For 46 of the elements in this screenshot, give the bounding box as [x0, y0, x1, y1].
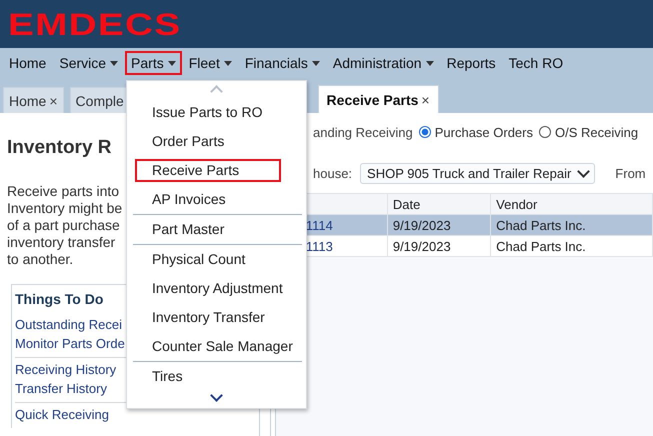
radio-option[interactable]: O/S Receiving — [539, 124, 638, 140]
close-icon[interactable]: × — [49, 92, 58, 108]
radio-option[interactable]: Purchase Orders — [418, 124, 533, 140]
tab[interactable]: Receive Parts × — [318, 85, 439, 113]
nav-menu-item[interactable]: Reports — [440, 51, 502, 75]
table-row[interactable]: 1113 9/19/2023 Chad Parts Inc. — [276, 236, 652, 256]
nav-menu-item[interactable]: Financials — [238, 51, 326, 75]
column-header[interactable]: Date — [387, 194, 491, 214]
table-cell: 9/19/2023 — [387, 236, 491, 256]
logo: EMDECS — [8, 8, 182, 40]
panel-title: Things To Do — [15, 291, 104, 307]
nav-menu-item[interactable]: Service — [53, 51, 124, 75]
table-cell: Chad Parts Inc. — [490, 236, 652, 256]
description-text: of a part purchase — [7, 217, 120, 234]
menu-item[interactable]: Inventory Adjustment — [135, 277, 325, 300]
nav-menu-item[interactable]: Parts — [125, 51, 182, 75]
description-text: Inventory might be — [7, 200, 122, 217]
link[interactable]: Quick Receiving — [15, 405, 109, 424]
menu-item[interactable]: Receive Parts — [135, 159, 282, 182]
description-text: inventory transfer — [7, 234, 116, 251]
column-header[interactable]: Vendor — [490, 194, 652, 214]
menu-item[interactable]: Part Master — [135, 218, 266, 241]
menu-item[interactable]: AP Invoices — [135, 188, 268, 211]
label: From — [615, 166, 646, 180]
link[interactable]: Receiving History — [15, 360, 116, 379]
menu-item[interactable]: Order Parts — [135, 130, 266, 153]
nav-menu-item[interactable]: Fleet — [182, 51, 238, 75]
nav-menu-item[interactable]: Home — [3, 51, 52, 75]
description-text: Receive parts into — [7, 183, 120, 200]
warehouse-dropdown[interactable]: SHOP 905 Truck and Trailer Repair — [360, 162, 596, 184]
description-text: to another. — [7, 251, 74, 268]
link[interactable]: Transfer History — [15, 379, 107, 398]
table-cell: Chad Parts Inc. — [490, 214, 652, 236]
close-icon[interactable]: × — [421, 92, 430, 108]
label: house: — [313, 166, 352, 180]
link[interactable]: Outstanding Recei — [15, 315, 122, 334]
table-cell: 9/19/2023 — [387, 214, 491, 236]
label: anding Receiving — [313, 124, 413, 140]
link[interactable]: Monitor Parts Orde — [15, 334, 125, 353]
nav-menu-item[interactable]: Tech RO — [502, 51, 570, 75]
menu-item[interactable]: Counter Sale Manager — [135, 335, 335, 358]
page-title: Inventory R — [7, 137, 112, 160]
tab[interactable]: Home × — [3, 87, 64, 113]
nav-menu-item[interactable]: Administration — [326, 51, 440, 75]
menu-item[interactable]: Tires — [135, 365, 225, 388]
menu-item[interactable]: Inventory Transfer — [135, 306, 307, 329]
